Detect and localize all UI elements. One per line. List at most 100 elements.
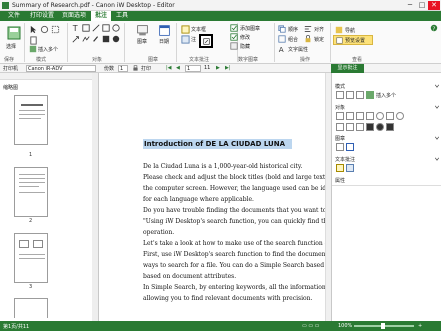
thumbnail-page-1[interactable] bbox=[14, 95, 48, 145]
text-note-button[interactable] bbox=[336, 164, 344, 172]
object-circle-icon[interactable] bbox=[396, 112, 404, 120]
hide-icon[interactable] bbox=[230, 42, 238, 50]
thumbnail-page-3[interactable] bbox=[14, 233, 48, 283]
object-pen-icon[interactable] bbox=[356, 123, 364, 131]
square-icon[interactable] bbox=[102, 24, 110, 32]
object-polyline-icon[interactable] bbox=[346, 123, 354, 131]
view-mode-icons[interactable]: ▭ ▭ ▭ bbox=[302, 323, 319, 329]
insert-multi-icon[interactable] bbox=[29, 45, 37, 53]
polyline-icon[interactable] bbox=[82, 35, 90, 43]
arrow-icon[interactable] bbox=[72, 35, 80, 43]
checkbox-show-icon[interactable] bbox=[230, 24, 238, 32]
page-icon[interactable] bbox=[29, 36, 38, 45]
status-bar: 第1页/共11 ▭ ▭ ▭ 100% + bbox=[0, 321, 441, 331]
thumb-figure bbox=[19, 240, 29, 248]
object-square-icon[interactable] bbox=[386, 112, 394, 120]
text-shade-button[interactable] bbox=[346, 164, 354, 172]
object-ellipse-icon[interactable] bbox=[376, 112, 384, 120]
page-number-input[interactable]: 1 bbox=[185, 65, 201, 72]
date-stamp-icon[interactable] bbox=[158, 24, 171, 37]
order-icon[interactable] bbox=[278, 25, 286, 33]
selected-note-button[interactable] bbox=[199, 34, 213, 48]
zoom-level: 100% bbox=[338, 323, 353, 329]
mode-marquee-button[interactable] bbox=[356, 91, 364, 99]
show-annotations-button[interactable]: 显示批注 bbox=[331, 64, 364, 73]
collapse-icon[interactable] bbox=[434, 156, 440, 162]
zoom-in-button[interactable]: + bbox=[418, 323, 422, 329]
date-stamp-button[interactable] bbox=[346, 143, 354, 151]
hand-icon[interactable] bbox=[40, 25, 49, 34]
group-label-save: 保存 bbox=[4, 57, 15, 63]
secondary-toolbar: 打印机 Canon iR-ADV 份数 1 打印 |◀ ◀ 1 11 ▶ ▶| … bbox=[0, 64, 441, 73]
object-line-icon[interactable] bbox=[356, 112, 364, 120]
thumbnail-scrollbar[interactable] bbox=[92, 73, 98, 321]
lock-icon[interactable] bbox=[304, 35, 312, 43]
print-icon[interactable] bbox=[132, 65, 139, 72]
object-textbox-icon[interactable] bbox=[346, 112, 354, 120]
object-arrow-icon[interactable] bbox=[336, 123, 344, 131]
text-note-icon[interactable] bbox=[181, 25, 190, 34]
text-tool-icon[interactable]: T bbox=[72, 24, 80, 32]
object-rect-icon[interactable] bbox=[366, 112, 374, 120]
text-shade-icon[interactable] bbox=[181, 35, 190, 44]
help-icon[interactable]: ? bbox=[430, 24, 438, 32]
svg-text:A: A bbox=[279, 45, 284, 53]
object-heading: 对象 bbox=[335, 105, 346, 111]
first-page-button[interactable]: |◀ bbox=[166, 65, 172, 71]
text-attr-icon[interactable]: A bbox=[278, 45, 286, 53]
object-filled-rect-icon[interactable] bbox=[366, 123, 374, 131]
text-box-icon[interactable] bbox=[82, 24, 90, 32]
stamp-heading: 图章 bbox=[335, 136, 346, 142]
print-label[interactable]: 打印 bbox=[141, 65, 151, 72]
tab-annotation[interactable]: 批注 bbox=[91, 11, 112, 21]
pen-icon[interactable] bbox=[92, 35, 100, 43]
insert-multi-button[interactable] bbox=[366, 91, 374, 99]
mode-hand-button[interactable] bbox=[346, 91, 354, 99]
thumb-line bbox=[19, 254, 45, 255]
thumbnail-page-4[interactable] bbox=[14, 298, 48, 318]
zoom-slider-thumb[interactable] bbox=[381, 323, 385, 329]
collapse-icon[interactable] bbox=[434, 104, 440, 110]
save-annotation-icon[interactable] bbox=[6, 25, 22, 41]
select-icon[interactable] bbox=[29, 25, 38, 34]
printer-select[interactable]: Canon iR-ADV bbox=[26, 65, 96, 72]
annotation-panel: 模式 插入多个 对象 图章 文本批注 属性 bbox=[331, 73, 441, 321]
navigation-icon[interactable] bbox=[335, 26, 343, 34]
marquee-icon[interactable] bbox=[51, 25, 60, 34]
last-page-button[interactable]: ▶| bbox=[225, 65, 231, 71]
object-filled-square-icon[interactable] bbox=[386, 123, 394, 131]
ellipse-icon[interactable] bbox=[112, 24, 120, 32]
show-text-label: 添加图章 bbox=[240, 26, 261, 32]
minimize-button[interactable]: ─ bbox=[404, 1, 416, 10]
tab-print-settings[interactable]: 打印设置 bbox=[26, 11, 58, 21]
filled-square-icon[interactable] bbox=[102, 35, 110, 43]
thumbnail-page-2[interactable] bbox=[14, 167, 48, 217]
thumb-line bbox=[19, 186, 39, 187]
checkbox-shade-icon[interactable] bbox=[230, 33, 238, 41]
mode-heading: 模式 bbox=[335, 84, 346, 90]
prev-page-button[interactable]: ◀ bbox=[176, 65, 180, 71]
tab-tools[interactable]: 工具 bbox=[112, 11, 132, 21]
line-icon[interactable] bbox=[92, 24, 100, 32]
filled-ellipse-icon[interactable] bbox=[112, 35, 120, 43]
tab-page-options[interactable]: 页面选项 bbox=[58, 11, 90, 21]
status-page-info: 第1页/共11 bbox=[3, 324, 30, 330]
thumb-line bbox=[19, 192, 45, 193]
page-total: 11 bbox=[204, 65, 211, 71]
next-page-button[interactable]: ▶ bbox=[216, 65, 220, 71]
object-filled-ellipse-icon[interactable] bbox=[376, 123, 384, 131]
collapse-icon[interactable] bbox=[434, 135, 440, 141]
collapse-icon[interactable] bbox=[434, 83, 440, 89]
maximize-button[interactable]: □ bbox=[416, 1, 428, 10]
close-button[interactable]: ✕ bbox=[428, 1, 440, 10]
doc-line: In Simple Search, by entering keywords, … bbox=[143, 284, 345, 291]
group-icon[interactable] bbox=[278, 35, 286, 43]
object-text-icon[interactable] bbox=[336, 112, 344, 120]
align-icon[interactable] bbox=[304, 25, 312, 33]
stamp-button[interactable] bbox=[336, 143, 344, 151]
mode-select-button[interactable] bbox=[336, 91, 344, 99]
tab-file[interactable]: 文件 bbox=[4, 11, 24, 21]
stamp-icon[interactable] bbox=[136, 24, 149, 37]
preview-settings-button[interactable]: 预览设置 bbox=[333, 35, 373, 45]
copies-input[interactable]: 1 bbox=[118, 65, 128, 72]
